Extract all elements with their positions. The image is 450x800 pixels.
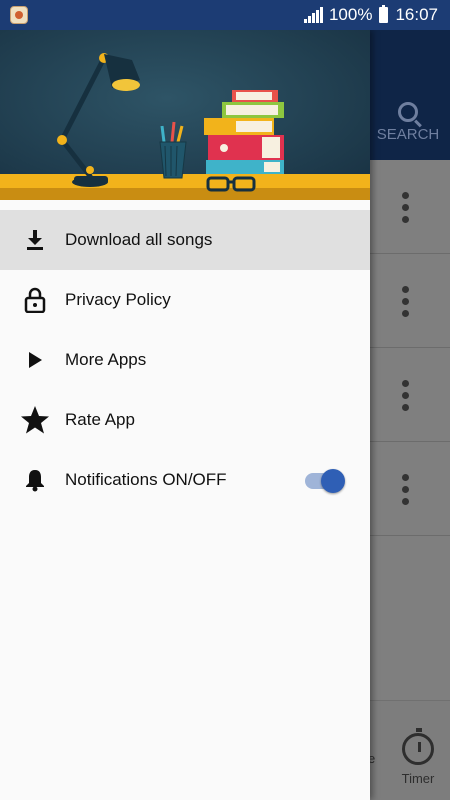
more-options-icon[interactable] bbox=[402, 286, 410, 322]
list-item[interactable] bbox=[370, 254, 450, 348]
menu-item-more-apps[interactable]: More Apps bbox=[0, 330, 370, 390]
app-notification-icon bbox=[10, 6, 28, 24]
download-icon bbox=[20, 225, 50, 255]
drawer-header-illustration bbox=[0, 30, 370, 200]
play-icon bbox=[20, 345, 50, 375]
more-options-icon[interactable] bbox=[402, 474, 410, 510]
search-icon bbox=[398, 102, 418, 122]
desk-illustration bbox=[0, 30, 370, 200]
more-options-icon[interactable] bbox=[402, 380, 410, 416]
status-indicators: 100% 16:07 bbox=[303, 5, 438, 25]
stopwatch-icon bbox=[402, 728, 434, 765]
menu-item-rate-app[interactable]: Rate App bbox=[0, 390, 370, 450]
menu-item-download-all-songs[interactable]: Download all songs bbox=[0, 210, 370, 270]
battery-percentage: 100% bbox=[328, 5, 373, 24]
toggle-thumb bbox=[321, 469, 345, 493]
pencil-cup-icon bbox=[159, 121, 187, 179]
list-item[interactable] bbox=[370, 160, 450, 254]
notifications-toggle[interactable] bbox=[305, 469, 345, 493]
navigation-drawer: Download all songs Privacy Policy More A… bbox=[0, 30, 370, 800]
star-icon bbox=[20, 405, 50, 435]
menu-item-label: Notifications ON/OFF bbox=[65, 470, 227, 489]
drawer-menu: Download all songs Privacy Policy More A… bbox=[0, 210, 370, 510]
menu-item-label: Privacy Policy bbox=[65, 290, 171, 309]
menu-item-label: More Apps bbox=[65, 350, 147, 369]
list-item[interactable] bbox=[370, 442, 450, 536]
bell-icon bbox=[20, 465, 50, 495]
menu-item-privacy-policy[interactable]: Privacy Policy bbox=[0, 270, 370, 330]
battery-icon bbox=[379, 5, 389, 23]
clock: 16:07 bbox=[395, 5, 438, 24]
timer-button[interactable]: Timer bbox=[395, 728, 441, 786]
more-options-icon[interactable] bbox=[402, 192, 410, 228]
menu-item-label: Rate App bbox=[65, 410, 135, 429]
status-bar: 100% 16:07 bbox=[0, 0, 450, 30]
lock-icon bbox=[20, 285, 50, 315]
search-label: SEARCH bbox=[376, 126, 440, 143]
menu-item-notifications[interactable]: Notifications ON/OFF bbox=[0, 450, 370, 510]
menu-item-label: Download all songs bbox=[65, 230, 213, 249]
list-item[interactable] bbox=[370, 348, 450, 442]
signal-icon bbox=[303, 7, 323, 23]
search-button[interactable]: SEARCH bbox=[368, 102, 448, 143]
timer-label: Timer bbox=[401, 771, 435, 786]
